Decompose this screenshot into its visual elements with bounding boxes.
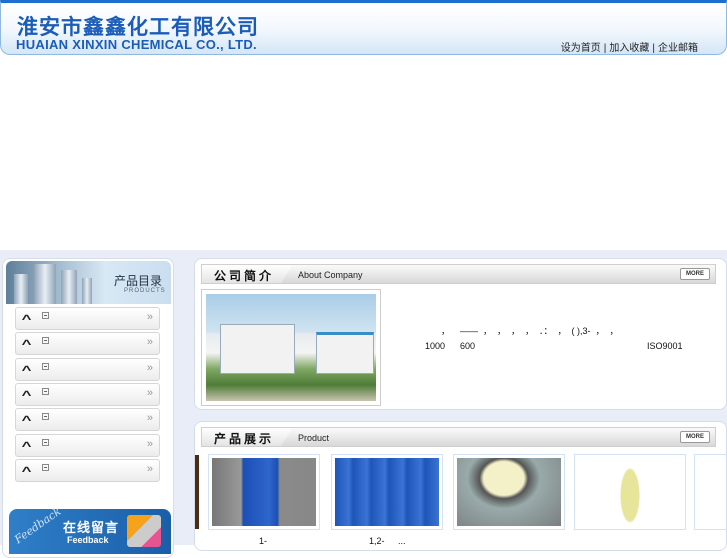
about-text-num2: 600: [460, 341, 476, 351]
set-homepage-link[interactable]: 设为首页: [561, 43, 601, 54]
caret-up-icon: ^: [21, 387, 32, 402]
about-company-panel: 公司简介 About Company MORE ， —— ， ， ， ， ．： …: [194, 258, 727, 410]
product-item[interactable]: [694, 454, 727, 530]
category-item[interactable]: ^»: [15, 382, 160, 406]
company-logo-en: HUAIAN XINXIN CHEMICAL CO., LTD.: [16, 37, 257, 52]
product-subtitle: Product: [298, 433, 330, 443]
separator: |: [652, 43, 655, 54]
product-category-sidebar: 产品目录 PRODUCTS ^» ^» ^» ^» ^» ^» ^» Feedback 在线…: [2, 258, 174, 558]
double-chevron-icon: »: [146, 336, 153, 349]
product-item[interactable]: [574, 454, 686, 530]
product-header: 产品展示 Product MORE: [201, 427, 716, 447]
feedback-title: 在线留言: [63, 520, 120, 535]
category-banner: 产品目录 PRODUCTS: [6, 261, 171, 304]
about-text-line1: ， —— ， ， ， ， ．： ， ( ),3- ， ，: [441, 326, 619, 336]
company-photo: [201, 289, 381, 406]
product-item[interactable]: [331, 454, 443, 530]
category-item[interactable]: ^»: [15, 408, 160, 432]
caret-up-icon: ^: [21, 362, 32, 377]
product-title: 产品展示: [214, 432, 275, 446]
category-item[interactable]: ^»: [15, 307, 160, 330]
double-chevron-icon: »: [146, 361, 153, 374]
category-subtitle: PRODUCTS: [124, 288, 166, 294]
double-chevron-icon: »: [146, 311, 153, 323]
about-subtitle: About Company: [298, 270, 363, 280]
books-icon: [127, 515, 161, 547]
caret-up-icon: ^: [21, 337, 32, 352]
about-more-button[interactable]: MORE: [680, 268, 710, 280]
feedback-banner[interactable]: Feedback 在线留言 Feedback: [9, 505, 171, 554]
company-email-link[interactable]: 企业邮箱: [658, 43, 698, 54]
separator: |: [603, 43, 607, 54]
caret-up-icon: ^: [21, 312, 32, 326]
add-favorite-link[interactable]: 加入收藏: [609, 43, 649, 54]
product-showcase-panel: 产品展示 Product MORE 1- 1,2- ...: [194, 421, 727, 551]
double-chevron-icon: »: [146, 386, 153, 399]
feedback-subtitle: Feedback: [67, 535, 109, 545]
category-item[interactable]: ^»: [15, 332, 160, 356]
feedback-script: Feedback: [12, 504, 64, 547]
double-chevron-icon: »: [146, 412, 153, 425]
category-title: 产品目录: [114, 274, 163, 288]
about-title: 公司简介: [214, 269, 275, 283]
category-item[interactable]: ^»: [15, 357, 160, 381]
caret-up-icon: ^: [21, 463, 32, 478]
about-text-num1: 1000: [425, 341, 446, 351]
category-item[interactable]: ^»: [15, 458, 160, 482]
caret-up-icon: ^: [21, 438, 32, 453]
product-item[interactable]: [208, 454, 320, 530]
site-header: 淮安市鑫鑫化工有限公司 HUAIAN XINXIN CHEMICAL CO., …: [0, 0, 727, 55]
double-chevron-icon: »: [146, 437, 153, 450]
main-content: 产品目录 PRODUCTS ^» ^» ^» ^» ^» ^» ^» Feedback 在线…: [0, 250, 727, 558]
collapse-icon: [42, 463, 49, 471]
collapse-icon: [42, 362, 49, 370]
about-text-iso: ISO9001: [647, 341, 683, 351]
product-more-button[interactable]: MORE: [680, 431, 710, 443]
collapse-icon: [42, 413, 49, 421]
double-chevron-icon: »: [146, 462, 153, 475]
collapse-icon: [42, 312, 49, 319]
collapse-icon: [42, 438, 49, 446]
caret-up-icon: ^: [21, 413, 32, 428]
collapse-icon: [42, 387, 49, 395]
about-header: 公司简介 About Company MORE: [201, 264, 716, 284]
product-item[interactable]: [453, 454, 565, 530]
collapse-icon: [42, 337, 49, 345]
top-links: 设为首页 | 加入收藏 | 企业邮箱: [561, 39, 698, 54]
category-item[interactable]: ^»: [15, 433, 160, 457]
